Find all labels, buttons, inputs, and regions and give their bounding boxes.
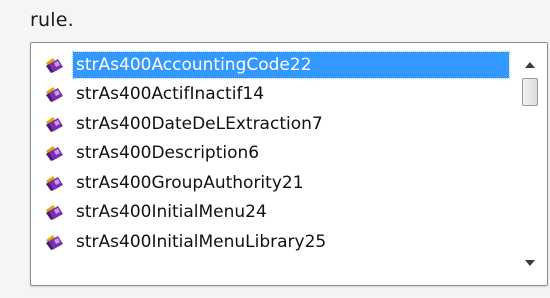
class-member-icon: [43, 54, 65, 76]
list-item[interactable]: strAs400InitialMenuLibrary25: [43, 227, 509, 257]
section-heading: rule.: [30, 9, 74, 31]
class-member-icon: [43, 201, 65, 223]
class-member-icon: [43, 231, 65, 253]
class-member-icon: [43, 172, 65, 194]
list-item-label: strAs400InitialMenu24: [76, 202, 267, 223]
arrow-up-icon[interactable]: [519, 54, 541, 76]
list-item-label: strAs400ActifInactif14: [76, 84, 265, 105]
list-item-label: strAs400Description6: [76, 143, 260, 164]
scrollbar-track[interactable]: [522, 78, 538, 250]
member-listbox[interactable]: strAs400AccountingCode22 strAs400ActifIn…: [30, 42, 548, 286]
list-item-label: strAs400InitialMenuLibrary25: [76, 231, 327, 252]
list-item[interactable]: strAs400AccountingCode22: [43, 50, 510, 80]
list-item[interactable]: strAs400Description6: [43, 139, 509, 169]
list-item[interactable]: strAs400InitialMenu24: [43, 198, 509, 228]
vertical-scrollbar[interactable]: [519, 50, 541, 278]
class-member-icon: [43, 113, 65, 135]
class-member-icon: [43, 83, 65, 105]
scrollbar-thumb[interactable]: [522, 78, 538, 106]
list-item-label: strAs400AccountingCode22: [72, 50, 510, 79]
list-item-label: strAs400DateDeLExtraction7: [76, 113, 323, 134]
list-item[interactable]: strAs400GroupAuthority21: [43, 168, 509, 198]
arrow-down-icon[interactable]: [519, 252, 541, 274]
list-item[interactable]: strAs400ActifInactif14: [43, 80, 509, 110]
member-list: strAs400AccountingCode22 strAs400ActifIn…: [43, 50, 510, 257]
class-member-icon: [43, 142, 65, 164]
list-item-label: strAs400GroupAuthority21: [76, 172, 304, 193]
list-item[interactable]: strAs400DateDeLExtraction7: [43, 109, 509, 139]
